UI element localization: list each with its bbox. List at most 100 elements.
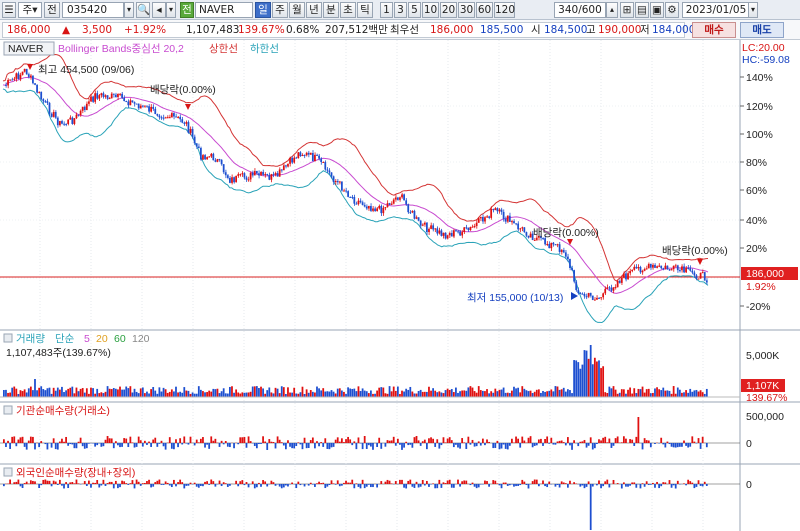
- fit-icon[interactable]: ⊞: [620, 2, 634, 18]
- foreign-bar: [90, 484, 92, 488]
- market-button[interactable]: 전: [44, 2, 60, 18]
- candle-body: [210, 153, 213, 157]
- inst-bar: [531, 443, 534, 448]
- period-button[interactable]: 년: [306, 2, 322, 18]
- search-icon[interactable]: 🔍: [136, 2, 150, 18]
- volume-bar: [19, 390, 22, 397]
- interval-button[interactable]: 20: [440, 2, 457, 18]
- date-field[interactable]: 2023/01/05: [682, 2, 750, 18]
- candle-body: [450, 233, 453, 237]
- candle-body: [36, 84, 38, 93]
- candle-body: [212, 153, 215, 161]
- candle-body: [693, 272, 696, 276]
- interval-button[interactable]: 30: [458, 2, 475, 18]
- data-count-field[interactable]: 340/600: [554, 2, 606, 18]
- volume-bar: [645, 389, 648, 397]
- volume-bar: [681, 392, 683, 397]
- volume-bar: [353, 388, 356, 397]
- candle-body: [52, 112, 55, 117]
- interval-button[interactable]: 1: [380, 2, 393, 18]
- candle-body: [523, 227, 526, 233]
- interval-button[interactable]: 5: [408, 2, 421, 18]
- candle-body: [479, 216, 482, 219]
- menu-icon[interactable]: ☰: [2, 2, 16, 18]
- foreign-bar: [73, 483, 76, 484]
- inst-bar: [314, 443, 316, 449]
- inst-bar: [481, 438, 484, 443]
- code-dropdown-icon[interactable]: ▾: [124, 2, 134, 18]
- candle-body: [314, 154, 316, 162]
- inst-bar: [289, 443, 291, 447]
- candle-body: [475, 222, 478, 227]
- save-icon[interactable]: ▣: [650, 2, 664, 18]
- inst-bar: [170, 443, 173, 449]
- volume-collapse-icon[interactable]: [3, 333, 13, 343]
- stock-code-input[interactable]: 035420: [62, 2, 124, 18]
- interval-button[interactable]: 60: [476, 2, 493, 18]
- candle-body: [488, 216, 490, 218]
- inst-bar: [181, 443, 184, 445]
- inst-bar: [705, 443, 708, 448]
- volume-bar: [5, 389, 7, 397]
- inst-collapse-icon[interactable]: [3, 405, 13, 415]
- volume-bar: [3, 390, 5, 397]
- foreign-bar: [652, 482, 654, 484]
- inst-bar: [177, 443, 179, 448]
- foreign-collapse-icon[interactable]: [3, 467, 13, 477]
- volume-bar: [691, 391, 694, 397]
- volume-bar: [392, 386, 395, 397]
- period-button[interactable]: 분: [323, 2, 339, 18]
- volume-bar: [349, 388, 352, 397]
- volume-bar: [218, 393, 221, 397]
- candle-body: [38, 91, 41, 93]
- settings-gear-icon[interactable]: ⚙: [665, 2, 679, 18]
- ma-120: 120: [132, 333, 150, 345]
- prev-dropdown-icon[interactable]: ▾: [166, 2, 176, 18]
- inst-bar: [376, 443, 379, 447]
- period-unit-select[interactable]: 주▾: [18, 2, 42, 18]
- volume-bar: [367, 393, 370, 397]
- prev-arrow-icon[interactable]: ◂: [152, 2, 166, 18]
- foreign-bar: [546, 484, 549, 488]
- period-button[interactable]: 초: [340, 2, 356, 18]
- foreign-bar: [264, 481, 267, 484]
- count-spin-icon[interactable]: ▴: [606, 2, 618, 18]
- volume-bar: [450, 389, 453, 397]
- inst-bar: [606, 442, 609, 443]
- candle-body: [218, 159, 221, 161]
- foreign-bar: [401, 479, 403, 484]
- inst-bar: [46, 443, 49, 450]
- candle-body: [678, 270, 681, 272]
- candle-body: [235, 175, 238, 183]
- inst-bar: [114, 441, 117, 443]
- candle-body: [689, 268, 692, 271]
- inst-bar: [444, 442, 447, 443]
- volume-bar: [133, 388, 136, 397]
- period-button[interactable]: 틱: [357, 2, 373, 18]
- layout-icon[interactable]: ▤: [635, 2, 649, 18]
- buy-button[interactable]: 매수: [692, 22, 736, 38]
- foreign-bar: [336, 480, 339, 484]
- interval-button[interactable]: 3: [394, 2, 407, 18]
- period-button[interactable]: 월: [289, 2, 305, 18]
- candle-body: [351, 196, 354, 198]
- interval-button[interactable]: 120: [494, 2, 515, 18]
- inst-bar: [247, 436, 250, 443]
- calendar-dropdown-icon[interactable]: ▾: [748, 2, 758, 18]
- candle-body: [645, 268, 648, 270]
- inst-bar: [27, 440, 30, 443]
- inst-bar: [88, 443, 90, 444]
- interval-button[interactable]: 10: [422, 2, 439, 18]
- sell-button[interactable]: 매도: [740, 22, 784, 38]
- candle-body: [179, 116, 182, 120]
- volume-bar: [562, 387, 565, 397]
- stock-chart[interactable]: NAVER Bollinger Bands중심선 20,2 상한선 하한선 LC…: [0, 40, 800, 531]
- volume-bar: [293, 387, 296, 397]
- candle-body: [490, 209, 493, 218]
- volume-bar: [664, 390, 667, 397]
- foreign-bar: [253, 484, 256, 489]
- inst-bar: [506, 443, 509, 450]
- period-button[interactable]: 일: [255, 2, 271, 18]
- period-button[interactable]: 주: [272, 2, 288, 18]
- inst-bar: [486, 439, 488, 443]
